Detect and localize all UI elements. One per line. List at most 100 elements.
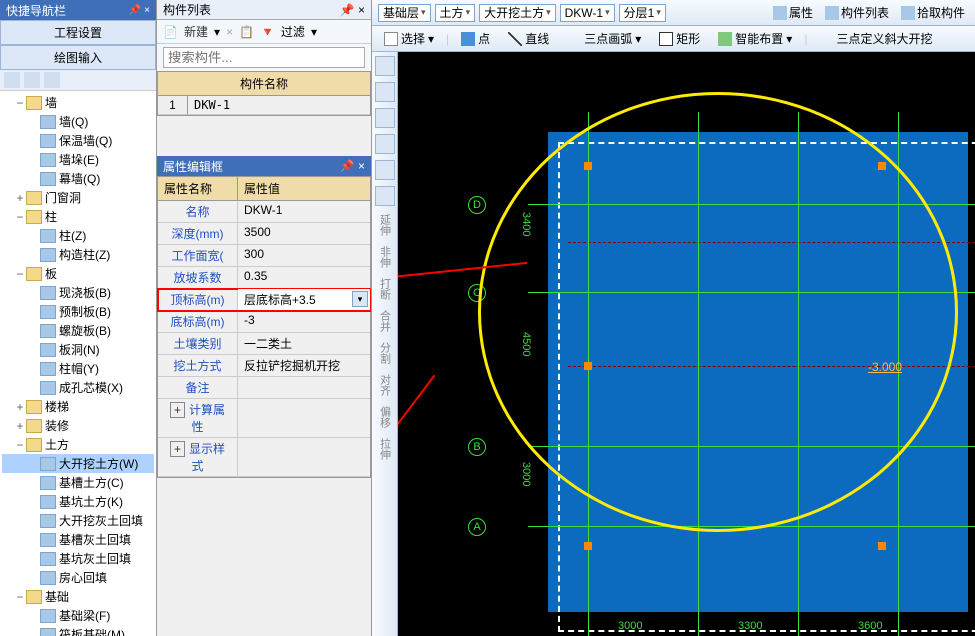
tool-arc[interactable]: 三点画弧 ▾	[561, 29, 647, 48]
expander-icon[interactable]: −	[14, 96, 26, 110]
prop-row[interactable]: 工作面宽(300	[158, 245, 370, 267]
prop-row[interactable]: +显示样式	[158, 438, 370, 477]
expander-icon[interactable]: −	[14, 267, 26, 281]
tree-node[interactable]: 保温墙(Q)	[2, 131, 154, 150]
tool-point[interactable]: 点	[455, 29, 496, 48]
vtool-btn[interactable]	[375, 108, 395, 128]
prop-value[interactable]	[238, 438, 370, 476]
vtool-label[interactable]: 延伸	[377, 212, 393, 238]
tree-node[interactable]: 预制板(B)	[2, 302, 154, 321]
combo-subcategory[interactable]: 大开挖土方▾	[479, 4, 556, 22]
tool-rect[interactable]: 矩形	[653, 29, 706, 48]
vtool-btn[interactable]	[375, 82, 395, 102]
prop-value[interactable]: 300	[238, 245, 370, 266]
prop-value[interactable]: 层底标高+3.5▾	[238, 289, 370, 310]
handle[interactable]	[584, 542, 592, 550]
pin-icon[interactable]: 📌 ×	[340, 3, 365, 17]
tool-3pt[interactable]: 三点定义斜大开挖	[813, 29, 938, 48]
tree-node[interactable]: 螺旋板(B)	[2, 321, 154, 340]
tree-node[interactable]: 现浇板(B)	[2, 283, 154, 302]
tree-node[interactable]: 基础梁(F)	[2, 606, 154, 625]
prop-row[interactable]: 顶标高(m)层底标高+3.5▾	[158, 289, 370, 311]
tree-node[interactable]: 板洞(N)	[2, 340, 154, 359]
prop-value[interactable]	[238, 377, 370, 398]
expander-icon[interactable]: −	[14, 590, 26, 604]
dropdown-icon[interactable]: ▾	[214, 25, 220, 39]
vtool-btn[interactable]	[375, 186, 395, 206]
prop-value[interactable]: -3	[238, 311, 370, 332]
prop-row[interactable]: 深度(mm)3500	[158, 223, 370, 245]
vtool-btn[interactable]	[375, 134, 395, 154]
prop-value[interactable]: 0.35	[238, 267, 370, 288]
tab-project[interactable]: 工程设置	[0, 20, 156, 45]
tree-node[interactable]: +门窗洞	[2, 188, 154, 207]
vtool-label[interactable]: 拉伸	[377, 436, 393, 462]
prop-row[interactable]: 土壤类别一二类土	[158, 333, 370, 355]
tree-node[interactable]: −墙	[2, 93, 154, 112]
prop-row[interactable]: 底标高(m)-3	[158, 311, 370, 333]
tree-node[interactable]: −板	[2, 264, 154, 283]
vtool-label[interactable]: 对齐	[377, 372, 393, 398]
nav-tool-2[interactable]	[24, 72, 40, 88]
prop-button[interactable]: 属性	[769, 4, 817, 22]
expander-icon[interactable]: −	[14, 210, 26, 224]
expander-icon[interactable]: +	[14, 400, 26, 414]
tool-line[interactable]: 直线	[502, 29, 555, 48]
search-input[interactable]	[163, 47, 365, 68]
tree-node[interactable]: 墙垛(E)	[2, 150, 154, 169]
tree-node[interactable]: 基槽灰土回填	[2, 530, 154, 549]
dropdown-icon[interactable]: ▾	[311, 25, 317, 39]
tree-node[interactable]: 墙(Q)	[2, 112, 154, 131]
vtool-label[interactable]: 偏移	[377, 404, 393, 430]
new-button[interactable]: 新建	[184, 23, 208, 40]
vtool-label[interactable]: 打断	[377, 276, 393, 302]
tree-node[interactable]: +装修	[2, 416, 154, 435]
tool-select[interactable]: 选择 ▾	[378, 29, 440, 48]
vtool-label[interactable]: 分割	[377, 340, 393, 366]
prop-row[interactable]: 备注	[158, 377, 370, 399]
tree-node[interactable]: 基坑土方(K)	[2, 492, 154, 511]
prop-row[interactable]: +计算属性	[158, 399, 370, 438]
tree-node[interactable]: −土方	[2, 435, 154, 454]
tab-drawing[interactable]: 绘图输入	[0, 45, 156, 70]
tree-node[interactable]: 柱帽(Y)	[2, 359, 154, 378]
prop-row[interactable]: 放坡系数0.35	[158, 267, 370, 289]
tree-node[interactable]: 大开挖灰土回填	[2, 511, 154, 530]
prop-row[interactable]: 名称DKW-1	[158, 201, 370, 223]
tree-node[interactable]: 筏板基础(M)	[2, 625, 154, 636]
prop-value[interactable]	[238, 399, 370, 437]
pin-icon[interactable]: 📌 ×	[129, 5, 150, 16]
tree-node[interactable]: 房心回填	[2, 568, 154, 587]
expander-icon[interactable]: +	[14, 191, 26, 205]
table-row[interactable]: 1 DKW-1	[158, 96, 370, 115]
combo-category[interactable]: 土方▾	[435, 4, 476, 22]
nav-tool-3[interactable]	[44, 72, 60, 88]
nav-tree[interactable]: −墙墙(Q)保温墙(Q)墙垛(E)幕墙(Q)+门窗洞−柱柱(Z)构造柱(Z)−板…	[0, 91, 156, 636]
tree-node[interactable]: 成孔芯模(X)	[2, 378, 154, 397]
prop-value[interactable]: 一二类土	[238, 333, 370, 354]
prop-value[interactable]: 反拉铲挖掘机开挖	[238, 355, 370, 376]
combo-layer[interactable]: 基础层▾	[378, 4, 431, 22]
pick-button[interactable]: 拾取构件	[897, 4, 969, 22]
expander-icon[interactable]: +	[14, 419, 26, 433]
vtool-label[interactable]: 非伸	[377, 244, 393, 270]
tree-node[interactable]: 基槽土方(C)	[2, 473, 154, 492]
vtool-label[interactable]: 合并	[377, 308, 393, 334]
pin-icon[interactable]: 📌 ×	[340, 159, 365, 173]
tree-node[interactable]: 构造柱(Z)	[2, 245, 154, 264]
tree-node[interactable]: 大开挖土方(W)	[2, 454, 154, 473]
dropdown-icon[interactable]: ▾	[352, 291, 368, 307]
tree-node[interactable]: 柱(Z)	[2, 226, 154, 245]
vtool-btn[interactable]	[375, 56, 395, 76]
tree-node[interactable]: 基坑灰土回填	[2, 549, 154, 568]
filter-button[interactable]: 过滤	[281, 23, 305, 40]
drawing-canvas[interactable]: A B C D 3400 4500 3000 3000 3300 3600 -	[398, 52, 975, 636]
tool-smart[interactable]: 智能布置 ▾	[712, 29, 798, 48]
filter-icon[interactable]: 🔻	[260, 25, 275, 39]
prop-row[interactable]: 挖土方式反拉铲挖掘机开挖	[158, 355, 370, 377]
copy-icon[interactable]: 📋	[239, 25, 254, 39]
tree-node[interactable]: +楼梯	[2, 397, 154, 416]
nav-tool-1[interactable]	[4, 72, 20, 88]
tree-node[interactable]: −基础	[2, 587, 154, 606]
tree-node[interactable]: −柱	[2, 207, 154, 226]
